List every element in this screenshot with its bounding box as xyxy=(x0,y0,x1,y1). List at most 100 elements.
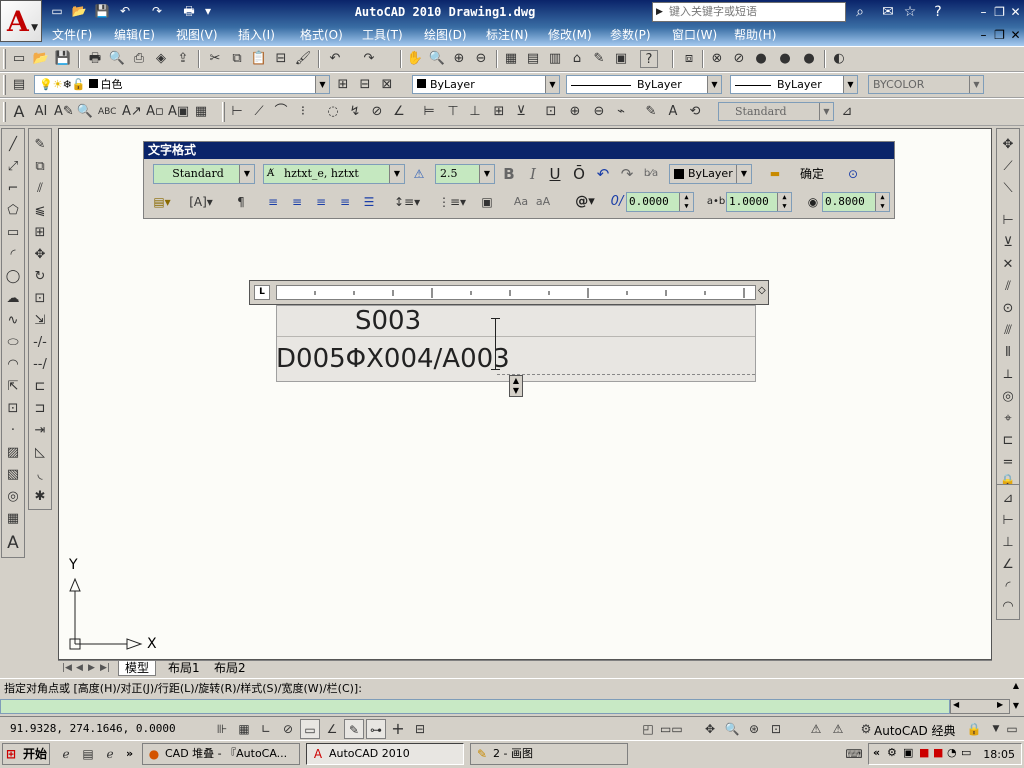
tray-expand-icon[interactable]: « xyxy=(873,746,880,759)
center-mark-icon[interactable]: ⊕ xyxy=(566,103,584,121)
dim-update-icon[interactable]: ⟲ xyxy=(686,103,704,121)
design-center-icon[interactable]: ▤ xyxy=(524,50,542,68)
annotation-visibility-icon[interactable]: ⚠ xyxy=(828,719,848,739)
render-2-icon[interactable]: ⊘ xyxy=(730,50,748,68)
baseline-dim-icon[interactable]: ⊤ xyxy=(444,103,462,121)
snap-nearest-icon[interactable]: ⊏ xyxy=(998,431,1018,451)
ie-quicklaunch-icon[interactable]: ℯ xyxy=(56,744,76,764)
arc-icon[interactable]: ◜ xyxy=(3,245,23,265)
lock-status-icon[interactable]: 🔒 xyxy=(964,719,984,739)
chamfer-icon[interactable]: ◺ xyxy=(30,443,50,463)
dim-style-combo[interactable]: Standard ▼ xyxy=(718,102,834,121)
menu-window[interactable]: 窗口(W) xyxy=(672,26,717,44)
construction-line-icon[interactable]: ⤢ xyxy=(3,157,23,177)
overline-button[interactable]: Ō xyxy=(570,164,588,184)
snap-parallel-icon[interactable]: = xyxy=(998,453,1018,473)
clean-screen-icon[interactable]: ▭ xyxy=(1002,719,1022,739)
ruler-width-handle-icon[interactable]: ◇ xyxy=(758,285,766,296)
publish-icon[interactable]: ⎙ xyxy=(130,50,148,68)
toolbar-grip[interactable] xyxy=(3,75,6,95)
snap-node-icon[interactable]: ◎ xyxy=(998,387,1018,407)
stack-icon[interactable]: b⁄a xyxy=(642,164,660,184)
columns-icon[interactable]: ▤▾ xyxy=(150,192,174,212)
tray-app-4-icon[interactable]: ◔ xyxy=(947,746,957,759)
save-icon[interactable]: 💾 xyxy=(54,50,72,68)
insert-block-icon[interactable]: ⇱ xyxy=(3,377,23,397)
lowercase-button[interactable]: aA xyxy=(534,192,552,212)
region-icon[interactable]: ◎ xyxy=(3,487,23,507)
quickcalc-icon[interactable]: ▣ xyxy=(612,50,630,68)
polyline-icon[interactable]: ⌐ xyxy=(3,179,23,199)
polygon-icon[interactable]: ⬠ xyxy=(3,201,23,221)
uppercase-button[interactable]: Aa xyxy=(512,192,530,212)
match-properties-icon[interactable]: 🖌 xyxy=(294,50,312,68)
find-text-icon[interactable]: 🔍 xyxy=(76,103,94,121)
markup-icon[interactable]: ✎ xyxy=(590,50,608,68)
explode-icon[interactable]: ✱ xyxy=(30,487,50,507)
mtext-ruler[interactable]: L ◇ xyxy=(249,280,769,305)
tracking-input[interactable]: 1.0000 ▲ ▼ xyxy=(726,192,792,212)
height-dropdown-icon[interactable]: ▼ xyxy=(479,165,494,183)
mirror-icon[interactable]: ⫽ xyxy=(30,179,50,199)
open-file-icon[interactable]: 📂 xyxy=(70,3,88,20)
redo-text-icon[interactable]: ↷ xyxy=(618,164,636,184)
taskbar-item-browser[interactable]: ● CAD 堆叠 - 『AutoCA... xyxy=(142,743,300,765)
continue-dim-icon[interactable]: ⊥ xyxy=(466,103,484,121)
rotate-icon[interactable]: ↻ xyxy=(30,267,50,287)
close-icon[interactable]: ✕ xyxy=(1008,5,1023,19)
line-icon[interactable]: ╱ xyxy=(3,135,23,155)
sheet-set-icon[interactable]: ⌂ xyxy=(568,50,586,68)
menu-draw[interactable]: 绘图(D) xyxy=(424,26,467,44)
menu-edit[interactable]: 编辑(E) xyxy=(114,26,155,44)
jogged-dim-icon[interactable]: ↯ xyxy=(346,103,364,121)
quick-access-dropdown-icon[interactable]: ▾ xyxy=(202,3,214,20)
tool-palettes-icon[interactable]: ▥ xyxy=(546,50,564,68)
underline-button[interactable]: U xyxy=(546,164,564,184)
tab-type-button[interactable]: L xyxy=(254,285,270,300)
menu-view[interactable]: 视图(V) xyxy=(176,26,218,44)
align-left-icon[interactable]: ≡ xyxy=(264,192,282,212)
align-center-icon[interactable]: ≡ xyxy=(288,192,306,212)
sphere-2-icon[interactable]: ● xyxy=(776,50,794,68)
tab-layout2[interactable]: 布局2 xyxy=(208,661,252,676)
tolerance-icon[interactable]: ⊡ xyxy=(542,103,560,121)
toolbar-grip[interactable] xyxy=(3,49,6,69)
join-icon[interactable]: ⇥ xyxy=(30,421,50,441)
tray-app-2-icon[interactable]: ■ xyxy=(919,746,929,759)
angular-dim-icon[interactable]: ∠ xyxy=(390,103,408,121)
move-icon[interactable]: ✥ xyxy=(30,245,50,265)
taskbar-item-paint[interactable]: ✎ 2 - 画图 xyxy=(470,743,628,765)
menu-insert[interactable]: 插入(I) xyxy=(238,26,275,44)
ok-button[interactable]: 确定 xyxy=(794,164,830,184)
convert-space-icon[interactable]: ▦ xyxy=(192,103,210,121)
linetype-dropdown-icon[interactable]: ▼ xyxy=(707,76,721,93)
distribute-icon[interactable]: ☰ xyxy=(360,192,378,212)
text-style-dropdown-icon[interactable]: ▼ xyxy=(239,165,254,183)
ordinate-dim-icon[interactable]: ⁝ xyxy=(294,103,312,121)
dim-linear-icon[interactable]: ⊢ xyxy=(998,511,1018,531)
arc-length-icon[interactable]: ⌒ xyxy=(272,103,290,121)
toolbar-grip[interactable] xyxy=(222,102,225,122)
copy-icon[interactable]: ⧉ xyxy=(228,50,246,68)
dim-break-icon[interactable]: ⊻ xyxy=(512,103,530,121)
mtext-editor[interactable]: S003 D005ΦX004/A003 xyxy=(276,305,756,382)
font-dropdown-icon[interactable]: ▼ xyxy=(389,165,404,183)
lineweight-toggle-icon[interactable]: ⊟ xyxy=(410,719,430,739)
sphere-1-icon[interactable]: ● xyxy=(752,50,770,68)
snap-quadrant-icon[interactable]: ⫻ xyxy=(998,321,1018,341)
snap-tangent-icon[interactable]: ⫴ xyxy=(998,343,1018,363)
quick-dim-icon[interactable]: ⊨ xyxy=(420,103,438,121)
linetype-combo[interactable]: ByLayer ▼ xyxy=(566,75,722,94)
tab-nav-prev-icon[interactable]: ◀ xyxy=(76,661,83,676)
menu-parametric[interactable]: 参数(P) xyxy=(610,26,651,44)
snap-endpoint-icon[interactable]: ⊢ xyxy=(998,211,1018,231)
snap-insert-icon[interactable]: ⌖ xyxy=(998,409,1018,429)
workspace-switch[interactable]: AutoCAD 经典 xyxy=(874,722,956,739)
3d-print-icon[interactable]: ◈ xyxy=(152,50,170,68)
qnew-icon[interactable]: ▭ xyxy=(10,50,28,68)
dim-style-icon[interactable]: ⊿ xyxy=(998,489,1018,509)
menu-file[interactable]: 文件(F) xyxy=(52,26,92,44)
scale-icon[interactable]: ⊡ xyxy=(30,289,50,309)
undo-text-icon[interactable]: ↶ xyxy=(594,164,612,184)
ellipse-arc-icon[interactable]: ◠ xyxy=(3,355,23,375)
